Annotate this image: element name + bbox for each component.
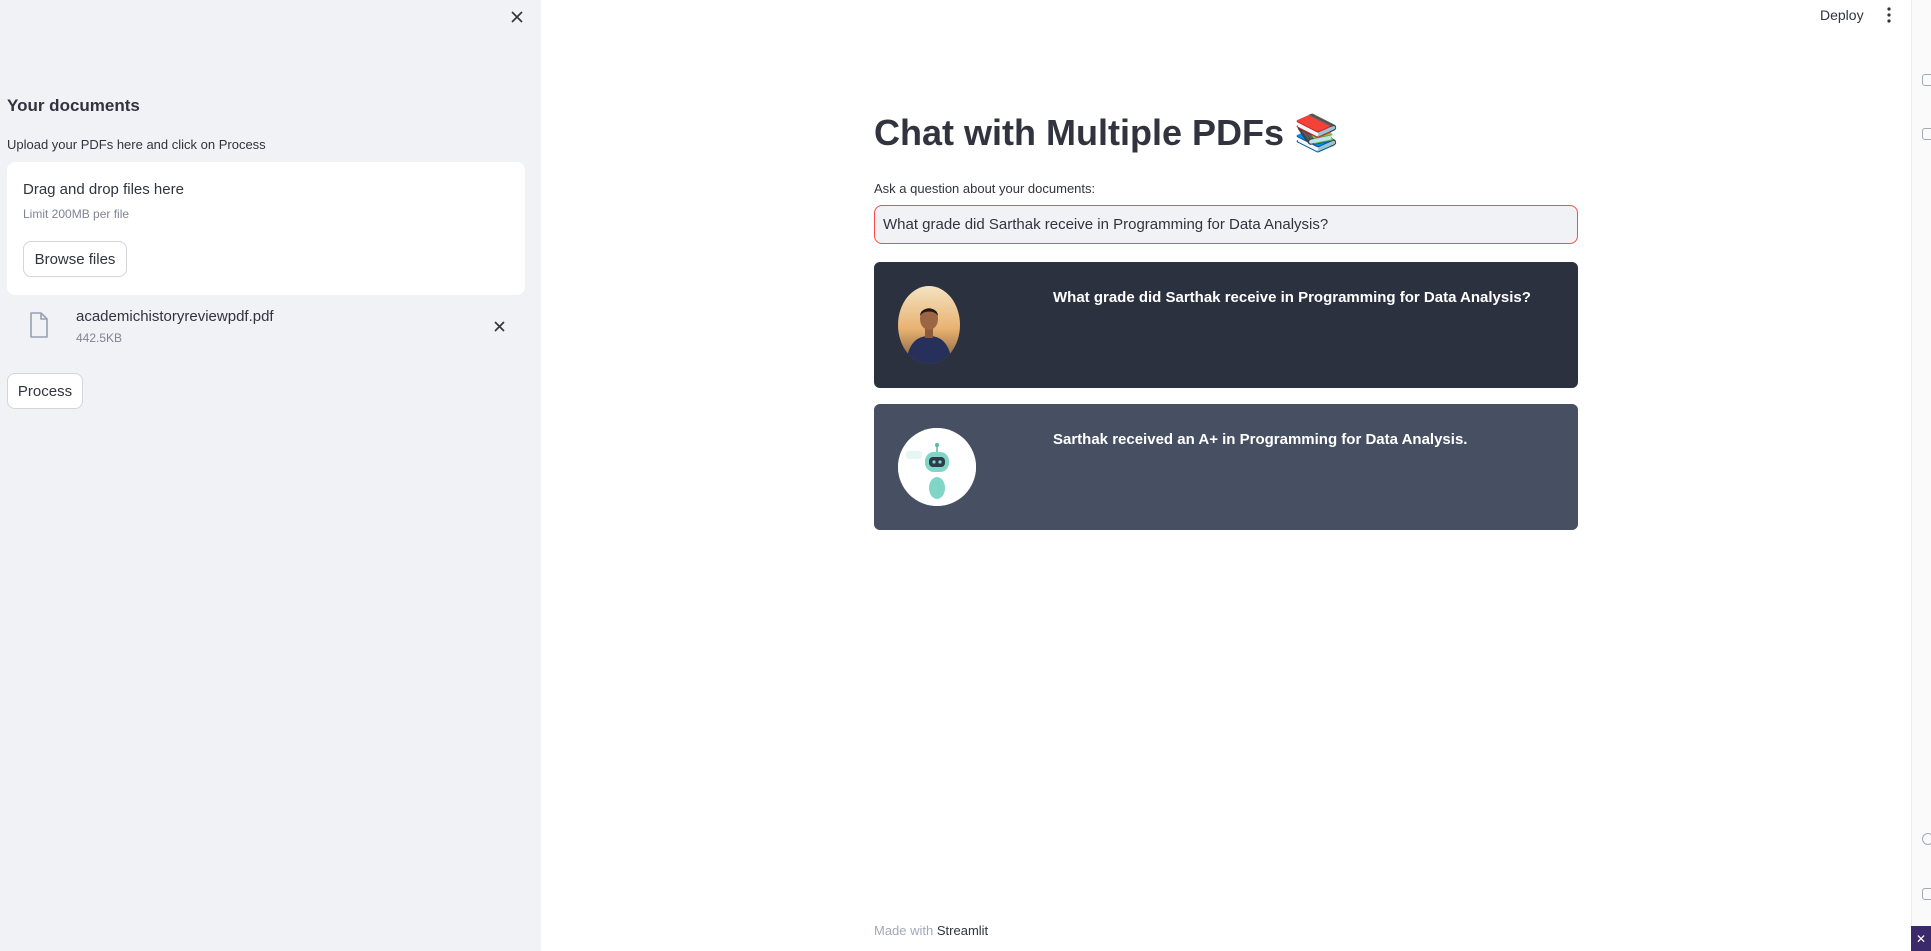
sidebar-heading: Your documents (7, 96, 140, 115)
file-icon (30, 312, 48, 338)
panel-icon[interactable] (1922, 833, 1931, 845)
sidebar-instructions: Upload your PDFs here and click on Proce… (7, 137, 266, 152)
panel-icon[interactable] (1922, 888, 1931, 900)
page-title: Chat with Multiple PDFs 📚 (874, 112, 1339, 153)
dropzone-limit: Limit 200MB per file (23, 207, 130, 221)
panel-icon[interactable] (1922, 74, 1931, 86)
browse-files-button[interactable]: Browse files (23, 241, 127, 277)
question-input[interactable] (874, 205, 1578, 244)
more-vertical-icon (1887, 7, 1891, 23)
corner-close-icon[interactable]: ✕ (1911, 926, 1931, 951)
robot-icon (898, 428, 976, 506)
footer-prefix: Made with (874, 923, 934, 938)
uploaded-file-size: 442.5KB (76, 331, 123, 345)
remove-file-button[interactable] (489, 316, 509, 336)
question-input-label: Ask a question about your documents: (874, 181, 1096, 196)
bot-message-text: Sarthak received an A+ in Programming fo… (1053, 431, 1468, 448)
user-message-text: What grade did Sarthak receive in Progra… (1053, 289, 1531, 306)
close-sidebar-button[interactable] (506, 6, 528, 28)
panel-icon[interactable] (1922, 128, 1931, 140)
uploaded-file-name: academichistoryreviewpdf.pdf (76, 308, 274, 325)
deploy-button[interactable]: Deploy (1814, 4, 1870, 26)
close-icon (493, 320, 505, 332)
streamlit-link[interactable]: Streamlit (937, 923, 988, 938)
user-message: What grade did Sarthak receive in Progra… (874, 262, 1578, 388)
bot-message: Sarthak received an A+ in Programming fo… (874, 404, 1578, 530)
right-side-panel (1911, 0, 1931, 951)
sidebar: Your documents Upload your PDFs here and… (0, 0, 541, 951)
close-icon (511, 11, 523, 23)
uploaded-file-item: academichistoryreviewpdf.pdf 442.5KB (7, 300, 525, 350)
bot-avatar (898, 428, 976, 506)
process-button[interactable]: Process (7, 373, 83, 409)
main-menu-button[interactable] (1880, 4, 1898, 26)
footer: Made with Streamlit (874, 923, 988, 938)
file-dropzone[interactable]: Drag and drop files here Limit 200MB per… (7, 162, 525, 295)
dropzone-title: Drag and drop files here (23, 181, 184, 198)
user-avatar (898, 286, 960, 364)
